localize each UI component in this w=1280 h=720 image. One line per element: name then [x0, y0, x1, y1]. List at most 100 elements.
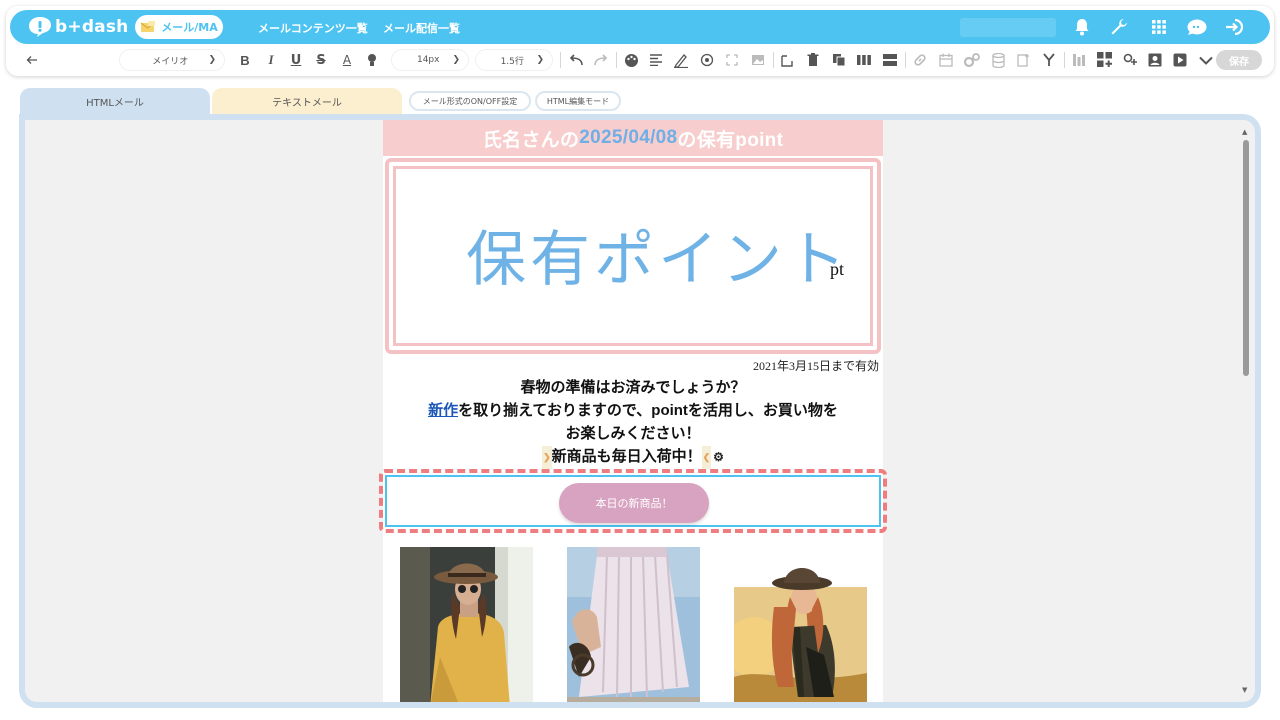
selected-block-outline: 本日の新商品！	[379, 469, 887, 533]
body-line-4-text: 新商品も毎日入荷中！	[551, 448, 702, 465]
app-header: b+dash メール/MA メールコンテンツ一覧 メール配信一覧 メイリオ ❯ …	[6, 6, 1274, 76]
back-arrow-icon[interactable]	[24, 48, 40, 72]
toolbar-divider	[905, 52, 906, 68]
editor-toolbar: メイリオ ❯ B I U S A 14px ❯ 1.5行 ❯ 保存	[6, 48, 1274, 72]
body-line-1: 春物の準備はお済みでしょうか？	[520, 379, 746, 396]
html-edit-mode-button[interactable]: HTML編集モード	[535, 91, 621, 111]
nav-mail-ma-label: メール/MA	[161, 21, 218, 34]
bell-icon[interactable]	[1071, 16, 1093, 38]
grid-apps-icon[interactable]	[1148, 16, 1170, 38]
edit-block-icon[interactable]	[778, 48, 798, 72]
nav-mail-ma[interactable]: メール/MA	[135, 15, 223, 39]
palette-icon[interactable]	[621, 48, 641, 72]
pen-icon[interactable]	[670, 48, 692, 72]
font-family-select[interactable]: メイリオ ❯	[120, 50, 224, 70]
envelope-icon	[140, 21, 156, 32]
mail-format-toggle-button[interactable]: メール形式のON/OFF設定	[409, 91, 531, 111]
scroll-up-arrow-icon[interactable]: ▲	[1242, 128, 1247, 136]
email-header-banner[interactable]: 氏名さんの 2025/04/08 の保有point	[383, 120, 883, 156]
logo[interactable]: b+dash	[28, 16, 128, 38]
logo-text: b+dash	[55, 17, 129, 37]
underline-icon[interactable]: U	[287, 48, 305, 72]
user-link-icon[interactable]	[1119, 48, 1141, 72]
support-chat-icon[interactable]	[1186, 16, 1208, 38]
points-hero-title: 保有ポイント	[466, 225, 850, 295]
body-line-2-text: を取り揃えておりますので、pointを活用し、お買い物を	[458, 402, 838, 419]
points-hero-inner-border: 保有ポイント pt	[393, 166, 873, 346]
toolbar-divider	[773, 52, 774, 68]
body-line-3: お楽しみください！	[565, 425, 701, 442]
target-icon[interactable]	[697, 48, 717, 72]
search-box[interactable]	[960, 18, 1056, 37]
add-document-icon[interactable]	[1013, 48, 1035, 72]
new-items-link[interactable]: 新作	[428, 402, 458, 419]
strikethrough-icon[interactable]: S	[312, 48, 330, 72]
toolbar-divider	[560, 52, 561, 68]
undo-icon[interactable]	[566, 48, 586, 72]
chevron-down-icon: ❯	[208, 55, 216, 65]
toolbar-divider	[1064, 52, 1065, 68]
font-color-icon[interactable]: A	[338, 48, 356, 72]
tab-html-mail[interactable]: HTMLメール	[20, 88, 210, 114]
branch-icon[interactable]	[1038, 48, 1060, 72]
chevron-down-icon: ❯	[452, 55, 460, 65]
video-play-icon[interactable]	[1169, 48, 1191, 72]
save-button[interactable]: 保存	[1216, 50, 1262, 70]
toolbar-divider	[616, 52, 617, 68]
logout-icon[interactable]	[1224, 16, 1246, 38]
database-icon[interactable]	[987, 48, 1009, 72]
header-points-text: の保有point	[677, 129, 784, 151]
redo-icon[interactable]	[591, 48, 611, 72]
chevron-down-icon: ❯	[536, 55, 544, 65]
link-icon[interactable]	[910, 48, 930, 72]
line-height-value: 1.5行	[500, 56, 524, 67]
product-photo-2[interactable]	[567, 547, 700, 702]
product-photo-1[interactable]	[400, 547, 533, 702]
highlight-icon[interactable]	[363, 48, 381, 72]
body-line-4: ❯新商品も毎日入荷中！❮ ⚙	[383, 445, 883, 469]
rows-icon[interactable]	[879, 48, 901, 72]
chevron-down-icon[interactable]	[1195, 48, 1217, 72]
points-hero-block[interactable]: 保有ポイント pt	[385, 158, 881, 354]
font-size-value: 14px	[416, 55, 440, 65]
product-photo-3[interactable]	[734, 547, 867, 702]
tab-text-mail[interactable]: テキストメール	[212, 88, 402, 114]
line-height-select[interactable]: 1.5行 ❯	[476, 50, 552, 70]
nav-mail-delivery[interactable]: メール配信一覧	[383, 20, 460, 36]
vertical-scrollbar[interactable]: ▲ ▼	[1241, 128, 1251, 696]
block-start-marker-icon: ❯	[542, 445, 552, 469]
calendar-icon[interactable]	[935, 48, 957, 72]
scrollbar-thumb[interactable]	[1243, 140, 1249, 376]
copy-icon[interactable]	[828, 48, 850, 72]
bdash-logo-icon	[29, 17, 51, 37]
columns-icon[interactable]	[854, 48, 874, 72]
font-size-select[interactable]: 14px ❯	[392, 50, 468, 70]
trash-icon[interactable]	[803, 48, 823, 72]
nav-mail-contents[interactable]: メールコンテンツ一覧	[258, 20, 368, 36]
cta-block[interactable]: 本日の新商品！	[385, 475, 881, 527]
points-unit: pt	[830, 259, 845, 279]
italic-icon[interactable]: I	[262, 48, 280, 72]
editor-canvas: 氏名さんの 2025/04/08 の保有point 保有ポイント pt 2021年3…	[19, 114, 1261, 708]
block-end-marker-icon: ❮	[701, 445, 712, 469]
image-icon[interactable]	[747, 48, 769, 72]
settings-gear-icon[interactable]: ⚙	[713, 446, 724, 469]
email-preview: 氏名さんの 2025/04/08 の保有point 保有ポイント pt 2021年3…	[379, 120, 887, 702]
header-date-text: 2025/04/08	[579, 127, 678, 148]
wrench-icon[interactable]	[1108, 16, 1130, 38]
gears-icon[interactable]	[961, 48, 983, 72]
email-body-text[interactable]: 春物の準備はお済みでしょうか？ 新作を取り揃えておりますので、pointを活用し…	[383, 376, 883, 469]
fullscreen-icon[interactable]	[722, 48, 742, 72]
contact-card-icon[interactable]	[1144, 48, 1166, 72]
bold-icon[interactable]: B	[236, 48, 254, 72]
expiry-text: 2021年3月15日まで有効	[752, 359, 879, 373]
add-widget-icon[interactable]	[1094, 48, 1116, 72]
bar-chart-icon[interactable]	[1068, 48, 1090, 72]
new-items-cta-button[interactable]: 本日の新商品！	[559, 483, 709, 523]
top-navigation-bar: b+dash メール/MA メールコンテンツ一覧 メール配信一覧	[10, 10, 1270, 44]
header-name-text: 氏名さんの	[482, 129, 580, 151]
scroll-down-arrow-icon[interactable]: ▼	[1242, 686, 1247, 694]
font-family-value: メイリオ	[152, 56, 189, 67]
body-line-2: 新作を取り揃えておりますので、pointを活用し、お買い物を	[383, 399, 883, 422]
align-icon[interactable]	[646, 48, 666, 72]
